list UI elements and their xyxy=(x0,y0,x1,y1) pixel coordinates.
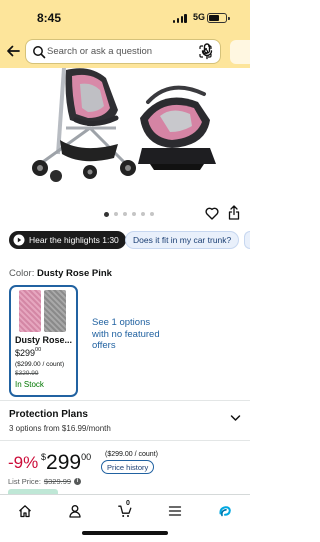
nav-home[interactable] xyxy=(1,495,49,527)
nav-cart[interactable]: 0 xyxy=(101,495,149,527)
discount-percent: -9% xyxy=(8,453,39,472)
color-label: Color: xyxy=(9,268,35,279)
hear-highlights-label: Hear the highlights 1:30 xyxy=(29,235,119,245)
gallery-dot[interactable] xyxy=(132,212,136,216)
gallery-dot[interactable] xyxy=(150,212,154,216)
chevron-down-icon[interactable] xyxy=(230,414,241,422)
rufus-icon xyxy=(219,506,231,517)
gallery-dot[interactable] xyxy=(104,211,109,217)
swatch-list-price: $329.99 xyxy=(15,370,39,377)
swatch-pink-fabric xyxy=(19,290,41,332)
price-history-button[interactable]: Price history xyxy=(101,460,155,474)
search-placeholder: Search or ask a question xyxy=(47,46,153,57)
list-price-label: List Price: xyxy=(8,477,41,486)
search-input[interactable]: Search or ask a question xyxy=(25,39,221,64)
home-indicator xyxy=(82,531,168,535)
home-icon xyxy=(19,505,31,518)
swatch-stock-status: In Stock xyxy=(15,380,44,389)
protection-plans-subtitle: 3 options from $16.99/month xyxy=(9,424,111,433)
hear-highlights-button[interactable]: Hear the highlights 1:30 xyxy=(9,231,126,249)
search-icon xyxy=(33,46,46,59)
battery-fill xyxy=(209,15,219,21)
back-arrow-icon[interactable] xyxy=(5,43,21,59)
protection-plans-title[interactable]: Protection Plans xyxy=(9,409,88,420)
price-currency: $ xyxy=(41,452,47,462)
list-price-value: $329.99 xyxy=(43,477,72,486)
menu-icon xyxy=(168,506,182,516)
price-cents: 00 xyxy=(81,452,92,462)
nav-account[interactable] xyxy=(51,495,99,527)
price-history-label: Price history xyxy=(107,462,149,472)
question-chip[interactable]: Does it fit in my car trunk? xyxy=(125,231,240,249)
gallery-dot[interactable] xyxy=(123,212,127,216)
nav-rufus[interactable] xyxy=(201,495,249,527)
account-icon xyxy=(69,505,81,518)
swatch-name: Dusty Rose... xyxy=(15,335,73,345)
network-label: 5G xyxy=(193,12,206,22)
signal-icon xyxy=(173,14,187,23)
swatch-price: $29900 xyxy=(15,347,42,358)
status-time: 8:45 xyxy=(37,11,62,25)
swatch-unit-price: ($299.00 / count) xyxy=(15,361,65,368)
section-divider xyxy=(0,440,250,441)
next-chip-edge[interactable] xyxy=(244,231,250,249)
microphone-icon[interactable] xyxy=(200,43,214,60)
list-price: List Price: $329.99 i xyxy=(8,477,82,486)
swatch-price-whole: $299 xyxy=(15,348,36,358)
gallery-dot[interactable] xyxy=(141,212,145,216)
info-icon[interactable]: i xyxy=(74,478,82,485)
section-divider xyxy=(0,400,250,401)
gallery-dot[interactable] xyxy=(114,212,118,216)
product-image[interactable] xyxy=(20,68,230,194)
see-options-link[interactable]: See 1 options with no featured offers xyxy=(92,317,162,352)
status-bar: 8:45 5G xyxy=(0,0,250,36)
color-value: Dusty Rose Pink xyxy=(36,268,112,279)
swatch-image xyxy=(19,290,66,332)
heart-icon[interactable] xyxy=(205,207,219,220)
battery-icon xyxy=(207,13,230,23)
question-chip-label: Does it fit in my car trunk? xyxy=(133,235,232,245)
swatch-gray-fabric xyxy=(44,290,66,332)
color-swatch-card[interactable]: Dusty Rose... $29900 ($299.00 / count) $… xyxy=(9,285,78,397)
overflow-chip xyxy=(230,40,250,64)
share-icon[interactable] xyxy=(228,205,240,220)
nav-menu[interactable] xyxy=(151,495,199,527)
swatch-price-cents: 00 xyxy=(35,347,42,353)
price-whole: 299 xyxy=(46,451,82,474)
unit-price: ($299.00 / count) xyxy=(105,451,158,458)
cart-count: 0 xyxy=(126,500,130,507)
color-selection: Color: Dusty Rose Pink xyxy=(9,268,112,279)
price: $29900 xyxy=(41,451,91,475)
play-icon xyxy=(13,234,25,246)
gallery-pagination xyxy=(104,211,154,217)
